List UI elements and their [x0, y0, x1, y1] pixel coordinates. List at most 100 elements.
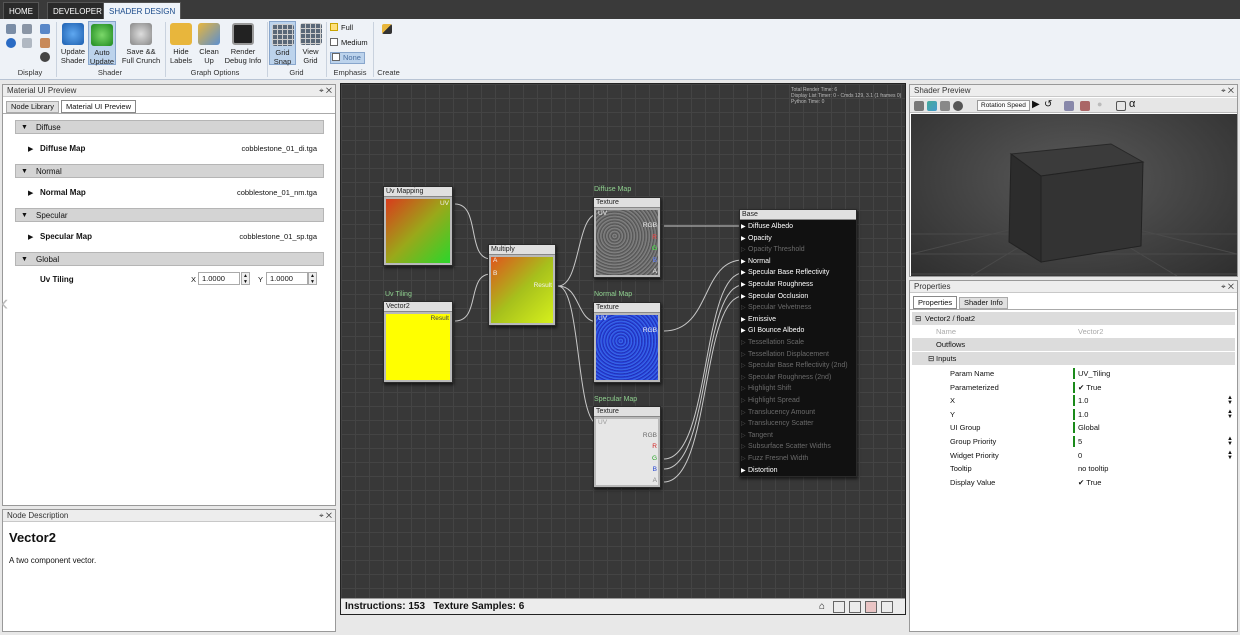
diffuse-map-value[interactable]: cobblestone_01_di.tga — [242, 144, 317, 153]
port-a[interactable]: A — [653, 268, 657, 275]
pin-close-icon[interactable]: ⌖ ✕ — [1221, 85, 1234, 97]
inputs-row[interactable]: ⊟ Inputs — [912, 352, 1235, 365]
property-row[interactable]: Parameterized ✔ True — [912, 381, 1235, 394]
vector2-node[interactable]: Vector2 Result — [383, 301, 453, 383]
input-pin-icon[interactable]: ▷ — [741, 246, 746, 255]
input-pin-icon[interactable]: ▷ — [741, 409, 746, 418]
port-uv[interactable]: UV — [440, 200, 449, 207]
section-diffuse[interactable]: ▼ Diffuse — [15, 120, 324, 134]
port-uv[interactable]: UV — [598, 210, 607, 217]
port-uv[interactable]: UV — [598, 315, 607, 322]
camera-icon[interactable] — [1064, 101, 1074, 111]
property-value[interactable]: UV_Tiling — [1078, 369, 1110, 378]
input-pin-icon[interactable]: ▶ — [741, 258, 746, 267]
expand-icon[interactable]: ▶ — [28, 189, 33, 197]
home-icon[interactable]: ⌂ — [819, 601, 825, 612]
specular-map-value[interactable]: cobblestone_01_sp.tga — [239, 232, 317, 241]
tab-home[interactable]: HOME — [3, 2, 39, 19]
port-b[interactable]: B — [493, 270, 497, 277]
property-value-cell[interactable]: ✔ True — [1078, 381, 1101, 394]
input-pin-icon[interactable]: ▶ — [741, 223, 746, 232]
frame-icon[interactable] — [1116, 101, 1126, 111]
section-global[interactable]: ▼ Global — [15, 252, 324, 266]
property-row[interactable]: Y 1.0 ▲ ▼ — [912, 408, 1235, 421]
input-pin-icon[interactable]: ▷ — [741, 304, 746, 313]
base-input[interactable]: ▶ Specular Base Reflectivity — [741, 268, 829, 277]
gear-icon[interactable] — [40, 52, 50, 62]
update-shader-button[interactable]: Update Shader — [58, 23, 88, 65]
expand-icon[interactable]: ▶ — [28, 145, 33, 153]
value-stepper[interactable]: ▲ ▼ — [1227, 450, 1233, 461]
tab-shader-info[interactable]: Shader Info — [959, 297, 1008, 309]
property-row[interactable]: Tooltip no tooltip — [912, 462, 1235, 475]
base-material-node[interactable]: Base ▶ Diffuse Albedo ▶ Opacity ▷ Opacity Thr… — [739, 209, 857, 477]
input-pin-icon[interactable]: ▷ — [741, 374, 746, 383]
property-value[interactable]: 1.0 — [1078, 396, 1088, 405]
base-input[interactable]: ▷ Fuzz Fresnel Width — [741, 454, 808, 463]
capture-icon[interactable] — [1080, 101, 1090, 111]
tab-shader-design[interactable]: SHADER DESIGN — [103, 2, 182, 19]
base-input[interactable]: ▷ Specular Velvetness — [741, 303, 811, 312]
tab-material-ui-preview[interactable]: Material UI Preview — [61, 100, 137, 113]
input-pin-icon[interactable]: ▷ — [741, 432, 746, 441]
input-pin-icon[interactable]: ▷ — [741, 385, 746, 394]
pin-close-icon[interactable]: ⌖ ✕ — [319, 510, 332, 522]
property-value[interactable]: 1.0 — [1078, 410, 1088, 419]
sphere-icon[interactable] — [953, 101, 963, 111]
auto-update-button[interactable]: Auto Update — [88, 21, 116, 66]
property-value[interactable]: 5 — [1078, 437, 1082, 446]
outflows-row[interactable]: Outflows — [912, 338, 1235, 351]
base-input[interactable]: ▷ Specular Roughness (2nd) — [741, 373, 831, 382]
property-value-cell[interactable]: 1.0 — [1078, 394, 1088, 407]
base-input[interactable]: ▶ GI Bounce Albedo — [741, 326, 804, 335]
diffuse-texture-node[interactable]: Texture UV RGB R G B A — [593, 197, 661, 278]
tab-developer[interactable]: DEVELOPER — [47, 2, 108, 19]
info-icon[interactable] — [6, 38, 16, 48]
input-pin-icon[interactable]: ▶ — [741, 293, 746, 302]
display-grid-icon[interactable] — [6, 24, 16, 34]
preview-viewport[interactable] — [911, 114, 1237, 276]
value-stepper[interactable]: ▲ ▼ — [1227, 395, 1233, 406]
play-icon[interactable]: ▶ — [1032, 99, 1040, 110]
lightbulb-icon[interactable]: ● — [1097, 99, 1102, 109]
base-input[interactable]: ▶ Distortion — [741, 466, 778, 475]
property-value-cell[interactable]: ✔ True — [1078, 476, 1101, 489]
property-row[interactable]: Param Name UV_Tiling — [912, 367, 1235, 380]
property-row[interactable]: X 1.0 ▲ ▼ — [912, 394, 1235, 407]
port-g[interactable]: G — [652, 245, 657, 252]
zoom-reset-icon[interactable] — [865, 601, 877, 613]
input-pin-icon[interactable]: ▶ — [741, 269, 746, 278]
view-grid-button[interactable]: View Grid — [297, 23, 324, 65]
reset-icon[interactable]: ↺ — [1044, 99, 1052, 110]
display-view-icon[interactable] — [40, 24, 50, 34]
uv-mapping-node[interactable]: Uv Mapping UV — [383, 186, 453, 266]
port-g[interactable]: G — [652, 455, 657, 462]
property-value[interactable]: 0 — [1078, 451, 1082, 460]
zoom-selection-icon[interactable] — [849, 601, 861, 613]
normal-map-value[interactable]: cobblestone_01_nm.tga — [237, 188, 317, 197]
grid-snap-button[interactable]: Grid Snap — [269, 21, 296, 66]
input-pin-icon[interactable]: ▶ — [741, 316, 746, 325]
collapse-left-icon[interactable]: ‹ — [1, 290, 8, 316]
normal-texture-node[interactable]: Texture UV RGB — [593, 302, 661, 383]
property-value-cell[interactable]: no tooltip — [1078, 462, 1108, 475]
base-input[interactable]: ▷ Highlight Shift — [741, 384, 791, 393]
base-input[interactable]: ▶ Emissive — [741, 315, 776, 324]
section-specular[interactable]: ▼ Specular — [15, 208, 324, 222]
node-graph-canvas[interactable]: Total Render Time: 6 Display List Timer:… — [340, 83, 906, 615]
value-stepper[interactable]: ▲ ▼ — [1227, 436, 1233, 447]
property-row[interactable]: Display Value ✔ True — [912, 476, 1235, 489]
display-edit-icon[interactable] — [22, 38, 32, 48]
input-pin-icon[interactable]: ▶ — [741, 467, 746, 476]
checkbox-icon[interactable]: ✔ — [1078, 383, 1086, 392]
port-rgb[interactable]: RGB — [643, 327, 657, 334]
port-rgb[interactable]: RGB — [643, 222, 657, 229]
input-pin-icon[interactable]: ▷ — [741, 397, 746, 406]
texture-icon[interactable] — [940, 101, 950, 111]
clean-up-button[interactable]: Clean Up — [195, 23, 223, 65]
emphasis-medium[interactable]: Medium — [330, 38, 368, 48]
zoom-fit-icon[interactable] — [833, 601, 845, 613]
base-input[interactable]: ▷ Translucency Scatter — [741, 419, 814, 428]
multiply-node[interactable]: Multiply A B Result — [488, 244, 556, 326]
base-input[interactable]: ▶ Diffuse Albedo — [741, 222, 793, 231]
